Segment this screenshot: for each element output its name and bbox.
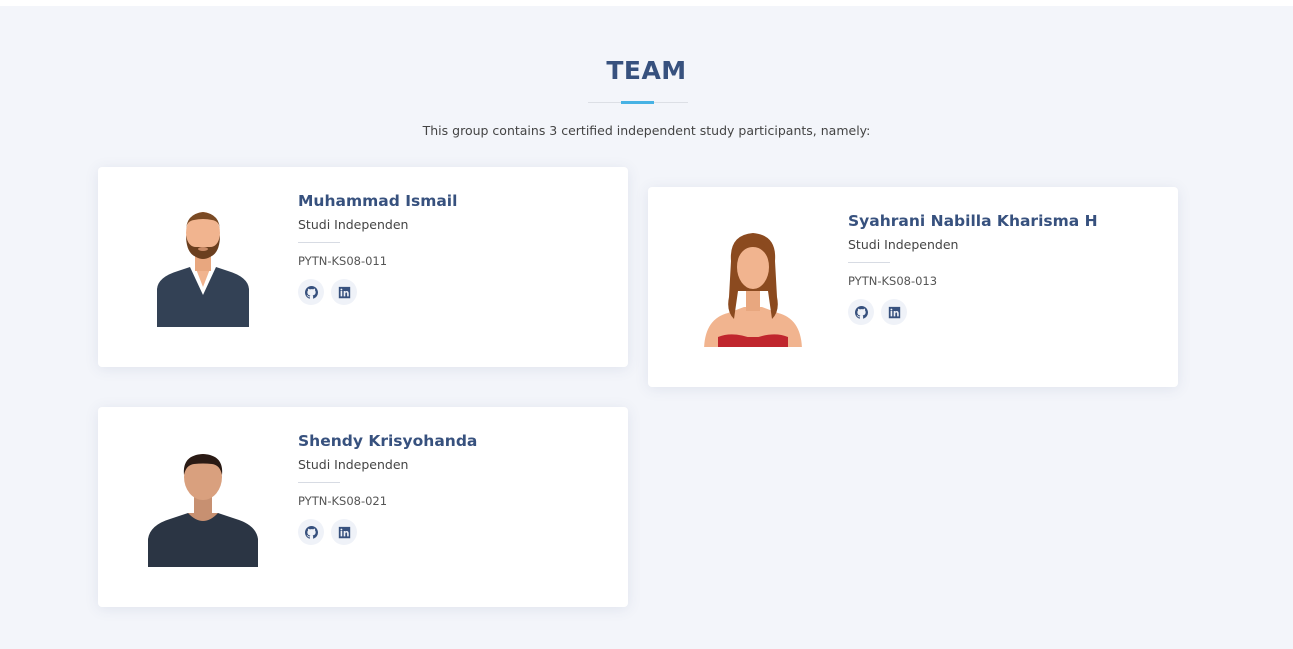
github-button[interactable] — [298, 279, 324, 305]
github-button[interactable] — [298, 519, 324, 545]
member-divider — [298, 482, 340, 483]
linkedin-icon — [338, 526, 350, 538]
section-title: TEAM — [606, 56, 687, 85]
member-code: PYTN-KS08-013 — [848, 274, 938, 288]
linkedin-button[interactable] — [331, 519, 357, 545]
title-underline-accent — [621, 101, 654, 104]
member-divider — [848, 262, 890, 263]
man-with-beard-avatar-icon — [148, 207, 258, 327]
member-code: PYTN-KS08-021 — [298, 494, 388, 508]
github-icon — [304, 285, 318, 299]
team-section: TEAM This group contains 3 certified ind… — [0, 6, 1293, 649]
github-button[interactable] — [848, 299, 874, 325]
member-divider — [298, 242, 340, 243]
linkedin-icon — [888, 306, 900, 318]
member-role: Studi Independen — [848, 237, 959, 252]
team-member-card: Muhammad Ismail Studi Independen PYTN-KS… — [98, 167, 628, 367]
member-name: Syahrani Nabilla Kharisma H — [848, 212, 1098, 230]
member-name: Muhammad Ismail — [298, 192, 458, 210]
member-role: Studi Independen — [298, 217, 409, 232]
team-member-card: Syahrani Nabilla Kharisma H Studi Indepe… — [648, 187, 1178, 387]
linkedin-icon — [338, 286, 350, 298]
linkedin-button[interactable] — [331, 279, 357, 305]
team-member-card: Shendy Krisyohanda Studi Independen PYTN… — [98, 407, 628, 607]
member-name: Shendy Krisyohanda — [298, 432, 478, 450]
github-icon — [854, 305, 868, 319]
woman-avatar-icon — [698, 227, 808, 351]
member-role: Studi Independen — [298, 457, 409, 472]
section-subtitle: This group contains 3 certified independ… — [422, 123, 871, 138]
man-avatar-icon — [148, 447, 258, 567]
github-icon — [304, 525, 318, 539]
member-code: PYTN-KS08-011 — [298, 254, 388, 268]
linkedin-button[interactable] — [881, 299, 907, 325]
